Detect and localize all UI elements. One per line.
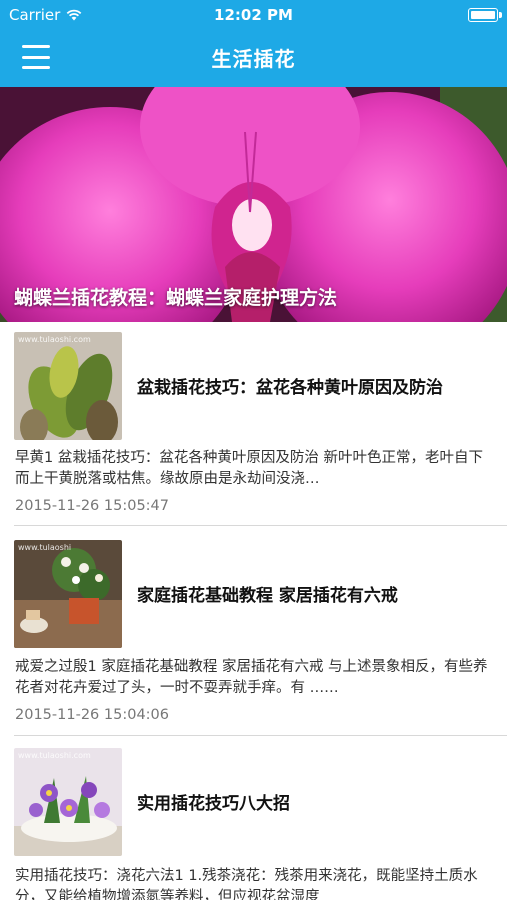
article-title[interactable]: 盆栽插花技巧：盆花各种黄叶原因及防治 (137, 373, 443, 398)
hero-caption: 蝴蝶兰插花教程：蝴蝶兰家庭护理方法 (14, 287, 338, 309)
article-date: 2015-11-26 15:04:06 (15, 707, 169, 723)
battery-icon (468, 8, 502, 22)
article-summary: 实用插花技巧：浇花六法1 1.残茶浇花：残茶用来浇花，既能坚持土质水分，又能给植… (15, 868, 478, 900)
article-thumbnail: www.tulaoshi.com (14, 332, 122, 440)
status-bar: Carrier 12:02 PM (0, 0, 507, 30)
list-item[interactable]: www.tulaoshi.com 盆栽插花技巧：盆花各种黄叶原因及防治 早黄1 … (0, 322, 507, 527)
page-title: 生活插花 (211, 47, 296, 71)
thumbnail-watermark: www.tulaoshi (18, 543, 72, 552)
article-summary: 戒爱之过殷1 家庭插花基础教程 家居插花有六戒 与上述景象相反，有些养花者对花卉… (15, 659, 488, 696)
article-thumbnail: www.tulaoshi.com (14, 748, 122, 856)
thumbnail-watermark: www.tulaoshi.com (18, 751, 91, 760)
article-summary: 早黄1 盆栽插花技巧：盆花各种黄叶原因及防治 新叶叶色正常，老叶自下而上干黄脱落… (15, 450, 483, 487)
list-item[interactable]: www.tulaoshi.com 实用插花技巧八大招 实用插花技巧：浇花六法1 … (0, 738, 507, 900)
flower-arrangement-image (14, 540, 122, 648)
hero-banner[interactable]: 蝴蝶兰插花教程：蝴蝶兰家庭护理方法 (0, 87, 507, 322)
article-date: 2015-11-26 15:05:47 (15, 498, 169, 514)
article-title[interactable]: 家庭插花基础教程 家居插花有六戒 (137, 581, 398, 606)
article-title[interactable]: 实用插花技巧八大招 (137, 789, 290, 814)
nav-bar: 生活插花 (0, 30, 507, 87)
divider (14, 735, 507, 736)
divider (14, 525, 507, 526)
thumbnail-watermark: www.tulaoshi.com (18, 335, 91, 344)
purple-flowers-image (14, 748, 122, 856)
leaf-plant-image (14, 332, 122, 440)
article-thumbnail: www.tulaoshi (14, 540, 122, 648)
list-item[interactable]: www.tulaoshi 家庭插花基础教程 家居插花有六戒 戒爱之过殷1 家庭插… (0, 530, 507, 737)
status-time: 12:02 PM (214, 6, 293, 24)
